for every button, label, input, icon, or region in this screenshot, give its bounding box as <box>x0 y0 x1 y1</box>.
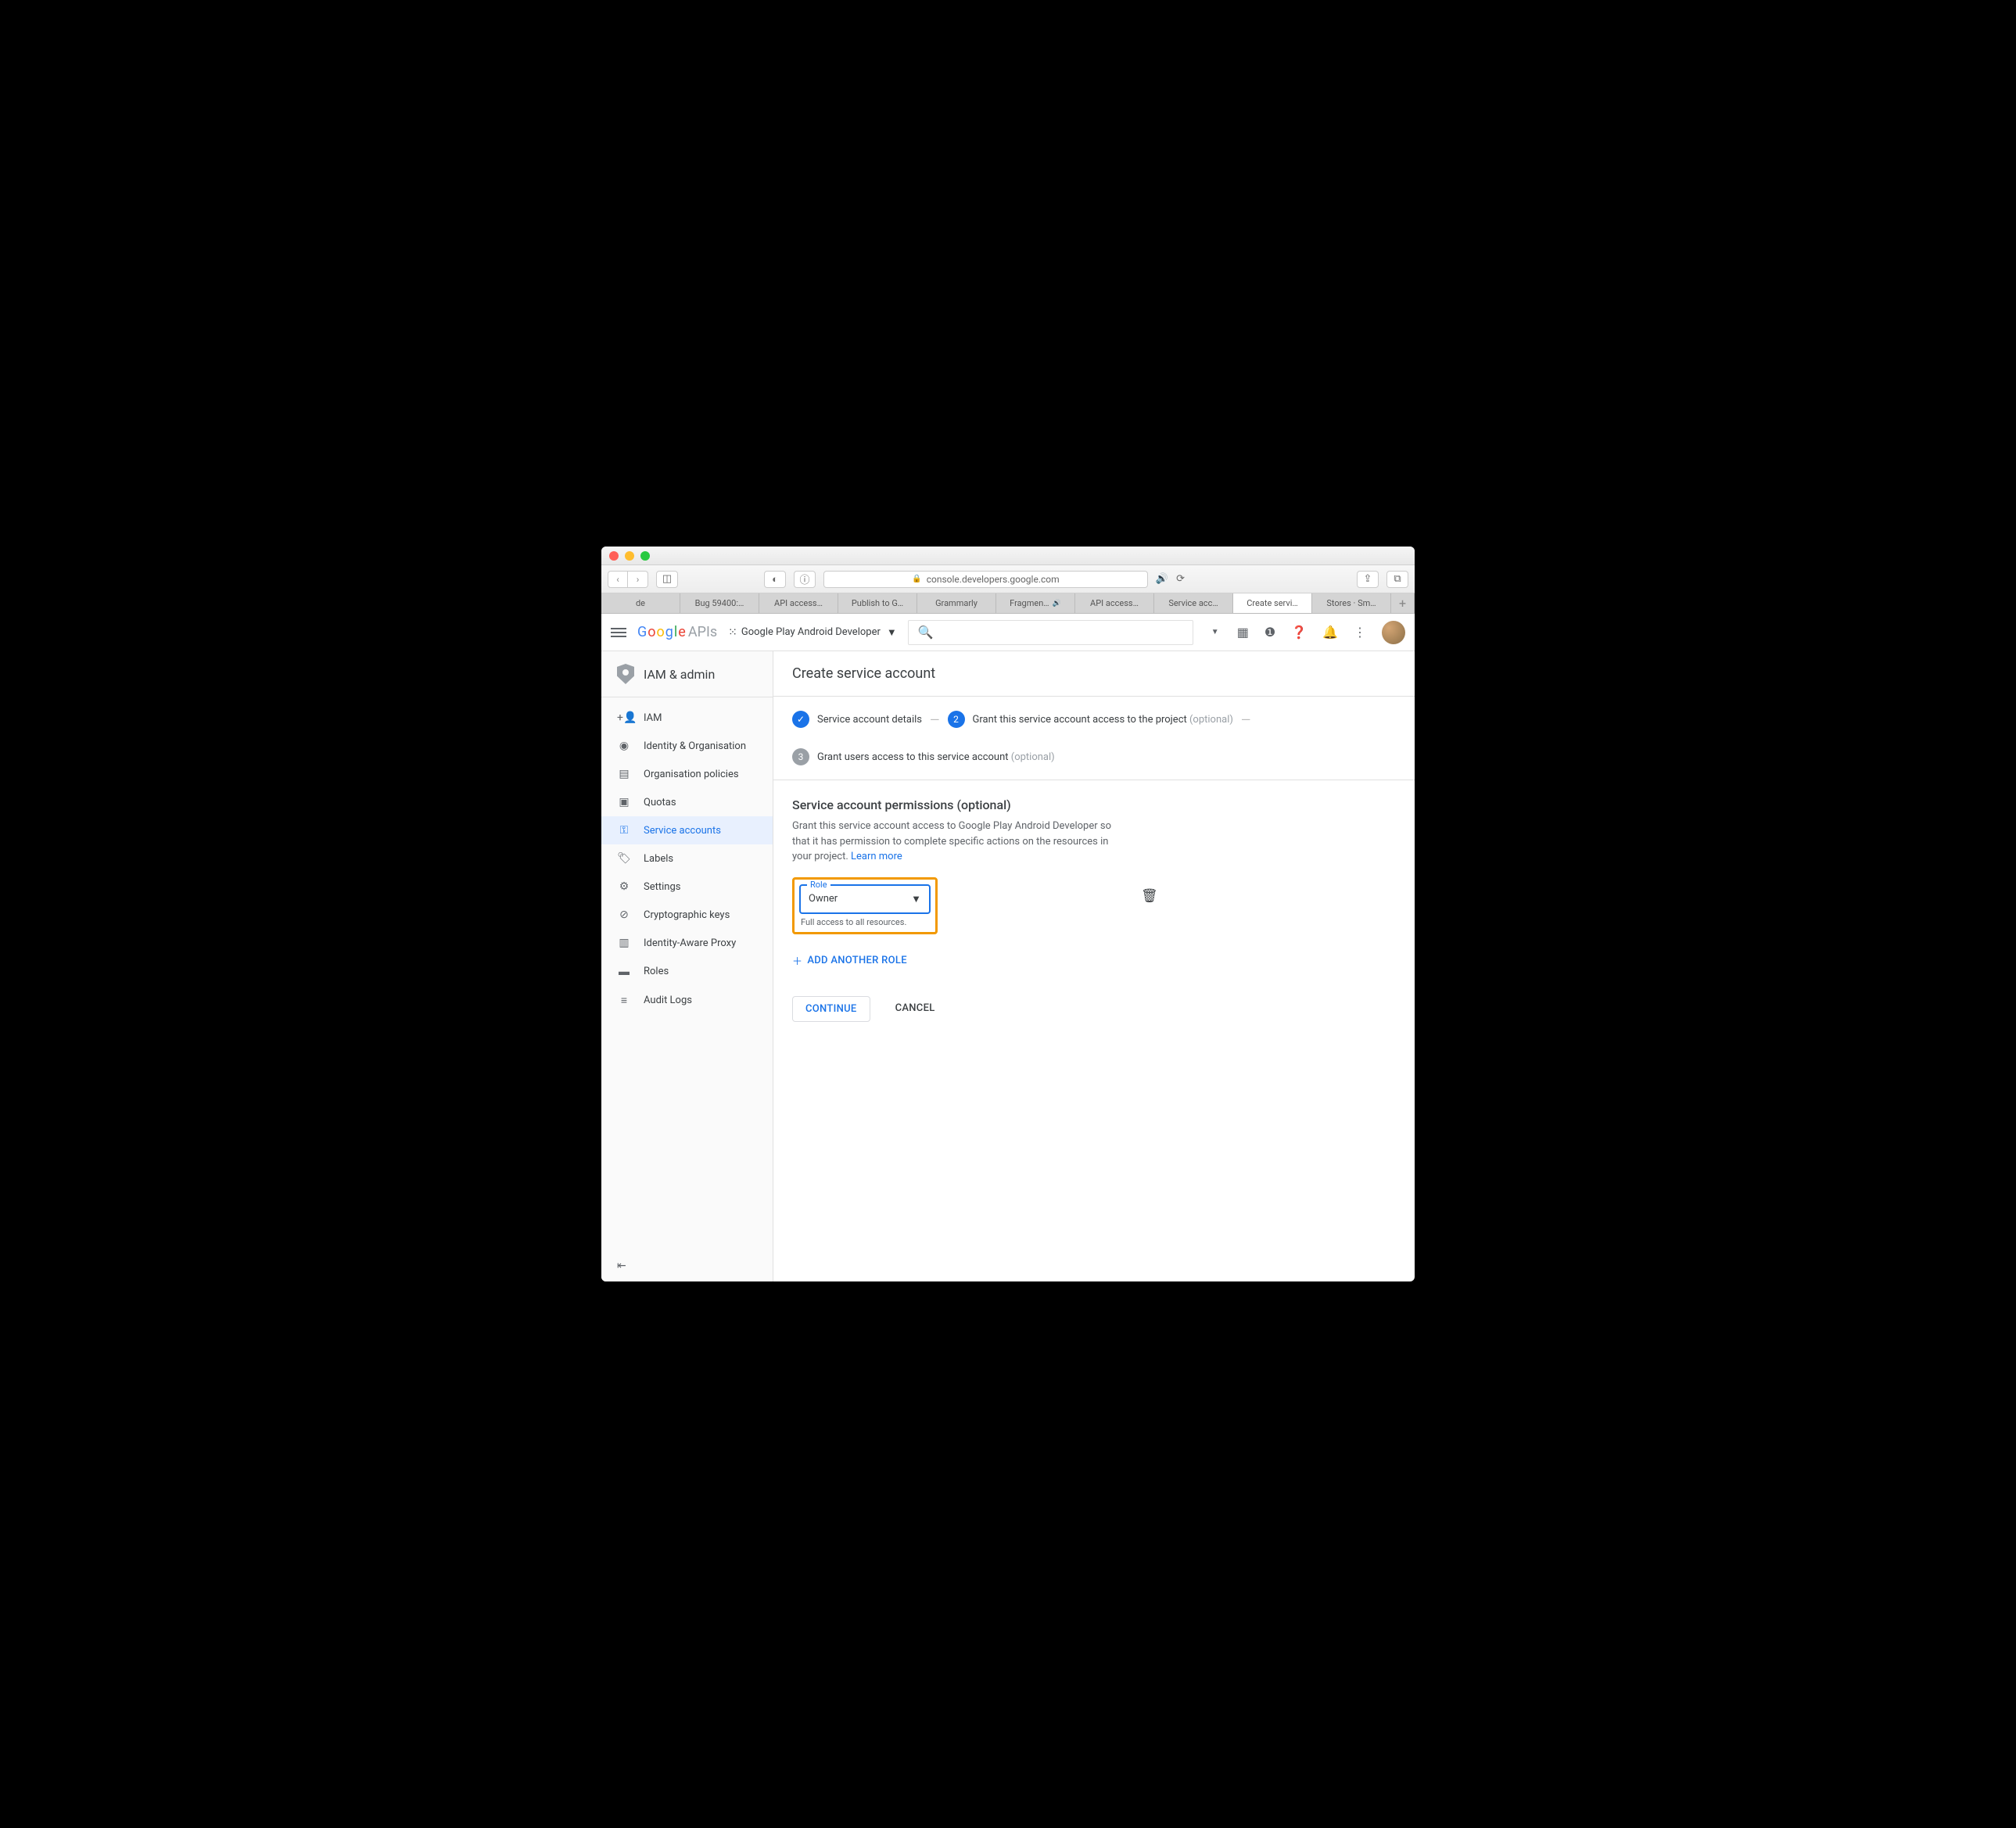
shield-icon <box>617 664 634 684</box>
learn-more-link[interactable]: Learn more <box>851 851 902 862</box>
tab-0[interactable]: de <box>601 593 680 613</box>
step2-badge: 2 <box>948 711 965 728</box>
plus-icon: ＋ <box>792 953 802 968</box>
tab-3[interactable]: Publish to G… <box>838 593 917 613</box>
delete-role-icon[interactable]: 🗑 <box>1141 888 1158 904</box>
url-bar[interactable]: 🔒 console.developers.google.com <box>823 571 1148 588</box>
sidebar-item-labels[interactable]: 🏷Labels <box>601 844 773 873</box>
sidebar-item-iam[interactable]: +👤IAM <box>601 704 773 732</box>
window-minimize[interactable] <box>625 551 634 561</box>
role-hint: Full access to all resources. <box>799 917 931 927</box>
step1-label[interactable]: Service account details <box>817 714 922 726</box>
collapse-sidebar[interactable]: ⇤ <box>601 1250 773 1281</box>
macos-titlebar <box>601 547 1415 565</box>
tab-5[interactable]: Fragmen…🔊 <box>996 593 1075 613</box>
tab-1[interactable]: Bug 59400:… <box>680 593 759 613</box>
step3-label[interactable]: Grant users access to this service accou… <box>817 751 1055 763</box>
tab-2[interactable]: API access… <box>759 593 838 613</box>
help-icon[interactable]: ❓ <box>1291 625 1307 640</box>
tabs-icon[interactable]: ⧉ <box>1386 571 1408 588</box>
project-icon: ⁙ <box>728 626 735 639</box>
role-field-label: Role <box>807 880 830 890</box>
cancel-button[interactable]: CANCEL <box>883 996 948 1022</box>
add-another-role[interactable]: ＋ ADD ANOTHER ROLE <box>792 953 1396 968</box>
search-icon: 🔍 <box>918 625 934 640</box>
step3-badge: 3 <box>792 748 809 765</box>
role-value: Owner <box>809 893 838 905</box>
search-input[interactable]: 🔍 <box>908 620 1193 645</box>
tab-6[interactable]: API access… <box>1075 593 1154 613</box>
avatar[interactable] <box>1382 621 1405 644</box>
page-title: Create service account <box>792 665 1396 682</box>
nav-forward[interactable]: › <box>628 571 648 588</box>
tab-9[interactable]: Stores · Sm… <box>1312 593 1391 613</box>
search-filter-dropdown[interactable]: ▼ <box>1204 628 1226 636</box>
sidebar-item-iap[interactable]: ▥Identity-Aware Proxy <box>601 929 773 957</box>
logs-icon: ≡ <box>617 994 631 1007</box>
new-tab[interactable]: + <box>1391 593 1415 613</box>
proxy-icon: ▥ <box>617 937 631 949</box>
sidebar-item-serviceaccounts[interactable]: ⚿Service accounts <box>601 816 773 844</box>
reload-icon[interactable]: ⟳ <box>1176 573 1185 585</box>
doc-icon: ▤ <box>617 768 631 780</box>
section-name: IAM & admin <box>644 667 715 682</box>
window-maximize[interactable] <box>640 551 650 561</box>
extension-icon[interactable]: ◐ <box>764 571 786 588</box>
browser-toolbar: ‹ › ◫ ◐ ⓘ 🔒 console.developers.google.co… <box>601 565 1415 593</box>
check-icon: ✓ <box>792 711 809 728</box>
google-apis-logo[interactable]: Google APIs <box>637 624 717 640</box>
sidebar: IAM & admin +👤IAM ◉Identity & Organisati… <box>601 651 773 1281</box>
nav-back[interactable]: ‹ <box>608 571 628 588</box>
sidebar-item-auditlogs[interactable]: ≡Audit Logs <box>601 986 773 1015</box>
sidebar-toggle-icon[interactable]: ◫ <box>656 571 678 588</box>
key-icon: ⚿ <box>617 824 631 837</box>
project-name: Google Play Android Developer <box>741 626 881 638</box>
notifications-icon[interactable]: 🔔 <box>1322 625 1338 640</box>
lock-icon: ⊘ <box>617 909 631 921</box>
step2-label[interactable]: Grant this service account access to the… <box>973 714 1233 726</box>
continue-button[interactable]: CONTINUE <box>792 996 870 1022</box>
tab-7[interactable]: Service acc… <box>1154 593 1233 613</box>
more-icon[interactable]: ⋮ <box>1354 625 1366 640</box>
role-highlight: Role Owner ▼ Full access to all resource… <box>792 877 938 934</box>
sound-indicator-icon: 🔊 <box>1053 600 1061 608</box>
sidebar-item-cryptokeys[interactable]: ⊘Cryptographic keys <box>601 901 773 929</box>
role-select[interactable]: Role Owner ▼ <box>799 884 931 914</box>
sidebar-item-quotas[interactable]: ▣Quotas <box>601 788 773 816</box>
info-icon[interactable]: ⓘ <box>794 571 816 588</box>
account-icon: ◉ <box>617 740 631 752</box>
gift-icon[interactable]: ▦ <box>1237 625 1249 640</box>
sidebar-title: IAM & admin <box>601 651 773 697</box>
tab-4[interactable]: Grammarly <box>917 593 996 613</box>
alert-icon[interactable]: ❶ <box>1264 625 1275 640</box>
sidebar-item-identity[interactable]: ◉Identity & Organisation <box>601 732 773 760</box>
roles-icon: ▬ <box>617 965 631 978</box>
gear-icon: ⚙ <box>617 880 631 893</box>
project-picker[interactable]: ⁙ Google Play Android Developer ▼ <box>728 626 897 639</box>
person-icon: +👤 <box>617 711 631 724</box>
quota-icon: ▣ <box>617 796 631 808</box>
url-text: console.developers.google.com <box>927 574 1060 585</box>
window-close[interactable] <box>609 551 619 561</box>
gcp-header: Google APIs ⁙ Google Play Android Develo… <box>601 614 1415 651</box>
chevron-down-icon: ▼ <box>911 893 921 905</box>
lock-icon: 🔒 <box>912 575 921 583</box>
main-content: Create service account ✓ Service account… <box>773 651 1415 1281</box>
sidebar-item-orgpolicies[interactable]: ▤Organisation policies <box>601 760 773 788</box>
sound-icon[interactable]: 🔊 <box>1156 573 1168 585</box>
share-icon[interactable]: ⇪ <box>1357 571 1379 588</box>
menu-icon[interactable] <box>611 628 626 637</box>
sidebar-item-roles[interactable]: ▬Roles <box>601 957 773 986</box>
sidebar-item-settings[interactable]: ⚙Settings <box>601 873 773 901</box>
browser-tabs: de Bug 59400:… API access… Publish to G…… <box>601 593 1415 614</box>
section-heading: Service account permissions (optional) <box>792 798 1396 812</box>
tag-icon: 🏷 <box>617 852 631 865</box>
tab-8[interactable]: Create servi… <box>1233 593 1312 613</box>
stepper: ✓ Service account details — 2 Grant this… <box>773 697 1415 780</box>
dropdown-icon: ▼ <box>887 626 897 639</box>
section-description: Grant this service account access to Goo… <box>792 819 1121 865</box>
